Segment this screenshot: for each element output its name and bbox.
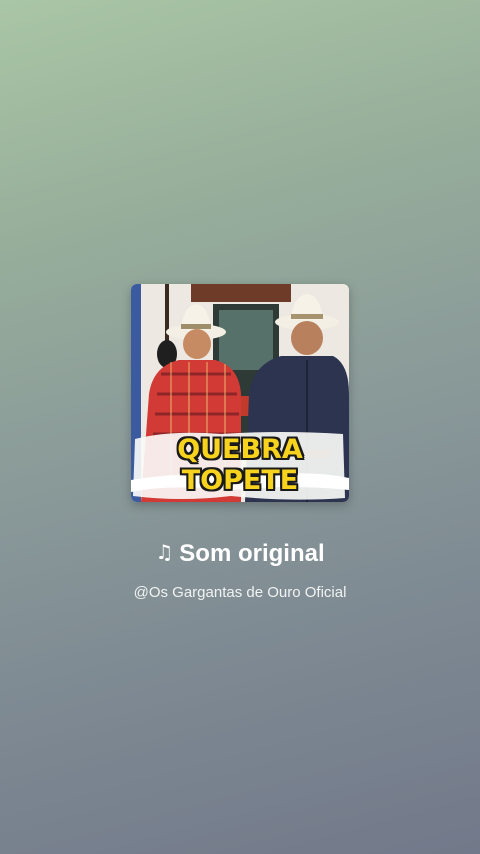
artist-link[interactable]: @Os Gargantas de Ouro Oficial xyxy=(0,584,480,601)
cover-title-line1: QUEBRA xyxy=(177,434,303,465)
sound-title-text: Som original xyxy=(179,540,325,567)
sound-title: ♫ Som original xyxy=(0,540,480,568)
music-note-icon: ♫ xyxy=(155,540,174,564)
cover-title-line2: TOPETE xyxy=(181,465,299,496)
album-cover[interactable]: QUEBRA TOPETE xyxy=(131,284,349,502)
